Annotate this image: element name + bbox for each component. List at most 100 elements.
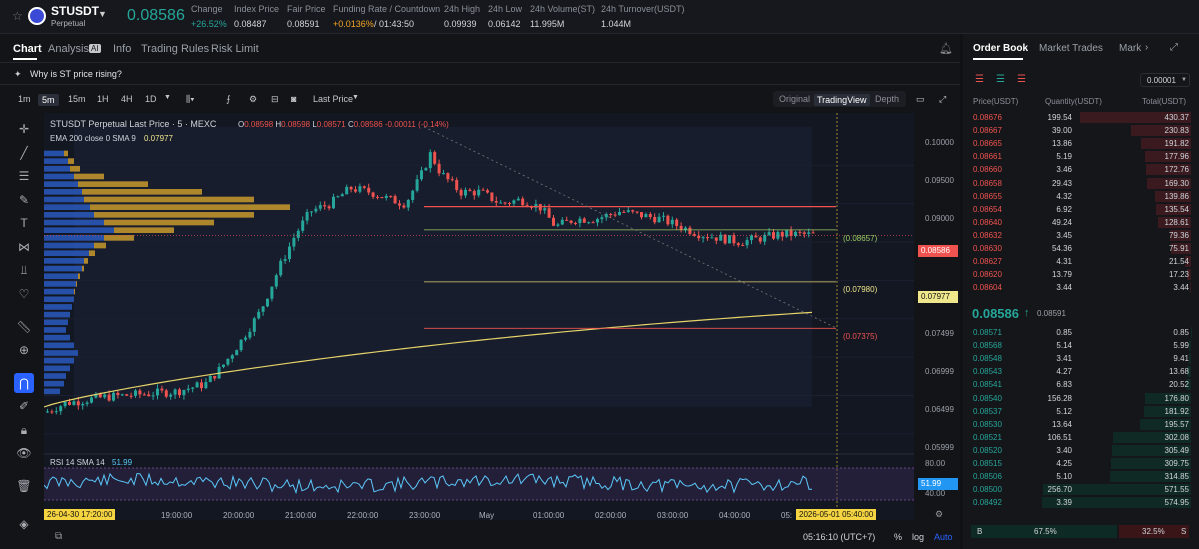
order-book-row[interactable]: 0.08530 13.64 195.57 xyxy=(963,418,1199,431)
order-book-row[interactable]: 0.08654 6.92 135.54 xyxy=(963,203,1199,216)
order-book-row[interactable]: 0.08492 3.39 574.95 xyxy=(963,496,1199,509)
precision-dropdown-icon[interactable]: ▼ xyxy=(1181,77,1187,83)
symbol-name[interactable]: STUSDT xyxy=(51,4,99,18)
order-book-row[interactable]: 0.08620 13.79 17.23 xyxy=(963,268,1199,281)
ob-quantity: 13.79 xyxy=(1051,270,1072,280)
zoom-icon[interactable]: ⊕ xyxy=(12,340,36,360)
tab-chart[interactable]: Chart xyxy=(13,43,42,55)
ai-question-banner[interactable]: Why is ST price rising? xyxy=(30,69,122,79)
tab-risk-limit[interactable]: Risk Limit xyxy=(211,43,259,55)
candle-body xyxy=(648,214,652,218)
draw-lock-icon[interactable]: ✐ xyxy=(12,396,36,416)
order-book-row[interactable]: 0.08630 54.36 75.91 xyxy=(963,242,1199,255)
order-book-row[interactable]: 0.08543 4.27 13.68 xyxy=(963,365,1199,378)
trendline-icon[interactable]: ╱ xyxy=(12,143,36,163)
order-book-row[interactable]: 0.08500 256.70 571.55 xyxy=(963,483,1199,496)
order-book-row[interactable]: 0.08548 3.41 9.41 xyxy=(963,352,1199,365)
crosshair-icon[interactable]: ✛ xyxy=(12,119,36,139)
fullscreen-icon[interactable]: ⤢ xyxy=(939,94,946,105)
order-book-row[interactable]: 0.08537 5.12 181.92 xyxy=(963,405,1199,418)
time-end-badge: 2026-05-01 05:40:00 xyxy=(796,509,877,520)
forecast-icon[interactable]: ⫫ xyxy=(12,260,36,280)
order-book-row[interactable]: 0.08541 6.83 20.52 xyxy=(963,378,1199,391)
view-both-icon[interactable]: ☰ xyxy=(975,74,984,85)
percent-toggle[interactable]: % xyxy=(894,532,902,542)
layout-icon[interactable]: ⊟ xyxy=(271,94,279,105)
order-book-row[interactable]: 0.08655 4.32 139.86 xyxy=(963,190,1199,203)
window-icon[interactable]: ▭ xyxy=(916,94,925,105)
interval-1m[interactable]: 1m xyxy=(18,94,31,104)
heart-icon[interactable]: ♡ xyxy=(12,284,36,304)
symbol-dropdown-icon[interactable]: ▼ xyxy=(98,9,107,19)
camera-icon[interactable]: ◙ xyxy=(291,94,296,104)
view-depth[interactable]: Depth xyxy=(875,94,899,104)
order-book-row[interactable]: 0.08568 5.14 5.99 xyxy=(963,339,1199,352)
candle-body xyxy=(560,219,564,225)
tab-info[interactable]: Info xyxy=(113,43,131,55)
indicator-icon[interactable]: ⨍ xyxy=(226,94,231,105)
interval-5m[interactable]: 5m xyxy=(38,94,59,106)
order-book-row[interactable]: 0.08676 199.54 430.37 xyxy=(963,111,1199,124)
order-book-row[interactable]: 0.08627 4.31 21.54 xyxy=(963,255,1199,268)
order-book-row[interactable]: 0.08632 3.45 79.36 xyxy=(963,229,1199,242)
interval-dropdown-icon[interactable]: ▼ xyxy=(164,94,171,101)
order-book-row[interactable]: 0.08665 13.86 191.82 xyxy=(963,137,1199,150)
tab-mark[interactable]: Mark xyxy=(1119,43,1141,54)
magnet-icon[interactable]: ⋂ xyxy=(14,373,34,393)
last-price-dropdown-icon[interactable]: ▼ xyxy=(352,94,359,101)
order-book-row[interactable]: 0.08660 3.46 172.76 xyxy=(963,163,1199,176)
expand-icon[interactable]: ⤢ xyxy=(1170,42,1178,53)
brush-icon[interactable]: ✎ xyxy=(12,190,36,210)
order-book-row[interactable]: 0.08521 106.51 302.08 xyxy=(963,431,1199,444)
eye-icon[interactable]: 👁︎ xyxy=(12,443,36,463)
view-bids-icon[interactable]: ☰ xyxy=(996,74,1005,85)
view-asks-icon[interactable]: ☰ xyxy=(1017,74,1026,85)
axis-settings-icon[interactable]: ⚙ xyxy=(935,509,943,520)
interval-1h[interactable]: 1H xyxy=(97,94,109,104)
tab-analysis[interactable]: Analysis xyxy=(48,43,89,55)
tab-trading-rules[interactable]: Trading Rules xyxy=(141,43,209,55)
candle-body xyxy=(349,186,353,190)
order-book-row[interactable]: 0.08604 3.44 3.44 xyxy=(963,281,1199,294)
order-book-row[interactable]: 0.08506 5.10 314.85 xyxy=(963,470,1199,483)
trash-icon[interactable]: 🗑︎ xyxy=(12,476,36,496)
view-original[interactable]: Original xyxy=(779,94,810,104)
order-book-row[interactable]: 0.08571 0.85 0.85 xyxy=(963,326,1199,339)
order-book-row[interactable]: 0.08515 4.25 309.75 xyxy=(963,457,1199,470)
interval-1d[interactable]: 1D xyxy=(145,94,157,104)
ruler-icon[interactable]: 📏︎ xyxy=(12,317,36,337)
favorite-star-icon[interactable]: ☆ xyxy=(12,9,23,23)
view-tradingview[interactable]: TradingView xyxy=(814,94,870,106)
interval-4h[interactable]: 4H xyxy=(121,94,133,104)
horizontal-lines-icon[interactable]: ☰ xyxy=(12,166,36,186)
date-range-icon[interactable]: ⧉ xyxy=(55,531,62,542)
pattern-icon[interactable]: ⋈ xyxy=(12,237,36,257)
ob-price: 0.08537 xyxy=(973,406,1002,416)
order-book-row[interactable]: 0.08540 156.28 176.80 xyxy=(963,392,1199,405)
layers-icon[interactable]: ◈ xyxy=(12,514,36,534)
order-book-row[interactable]: 0.08658 29.43 169.30 xyxy=(963,177,1199,190)
ob-quantity: 4.27 xyxy=(1056,367,1072,377)
chevron-right-icon[interactable]: › xyxy=(1145,42,1148,53)
lock-icon[interactable]: 🔒︎ xyxy=(12,420,36,440)
order-book-row[interactable]: 0.08640 49.24 128.61 xyxy=(963,216,1199,229)
last-price-select[interactable]: Last Price xyxy=(313,94,353,104)
candle-type-icon[interactable]: ⫼▾ xyxy=(186,94,195,105)
settings-icon[interactable]: ⚙ xyxy=(249,94,257,105)
auto-toggle[interactable]: Auto xyxy=(934,532,953,542)
volume-profile-bar xyxy=(44,281,76,287)
clock-display[interactable]: 05:16:10 (UTC+7) xyxy=(803,532,875,542)
order-book-row[interactable]: 0.08661 5.19 177.96 xyxy=(963,150,1199,163)
bell-icon[interactable]: 🔔︎ xyxy=(939,42,953,55)
log-toggle[interactable]: log xyxy=(912,532,924,542)
candle-body xyxy=(811,232,815,234)
order-book-row[interactable]: 0.08520 3.40 305.49 xyxy=(963,444,1199,457)
tab-order-book[interactable]: Order Book xyxy=(973,43,1028,54)
tab-market-trades[interactable]: Market Trades xyxy=(1039,43,1103,54)
price-chart[interactable] xyxy=(44,113,914,520)
interval-15m[interactable]: 15m xyxy=(68,94,86,104)
order-book-row[interactable]: 0.08667 39.00 230.83 xyxy=(963,124,1199,137)
candle-body xyxy=(754,235,758,238)
text-icon[interactable]: T xyxy=(12,213,36,233)
precision-select[interactable]: 0.00001 xyxy=(1147,76,1176,85)
